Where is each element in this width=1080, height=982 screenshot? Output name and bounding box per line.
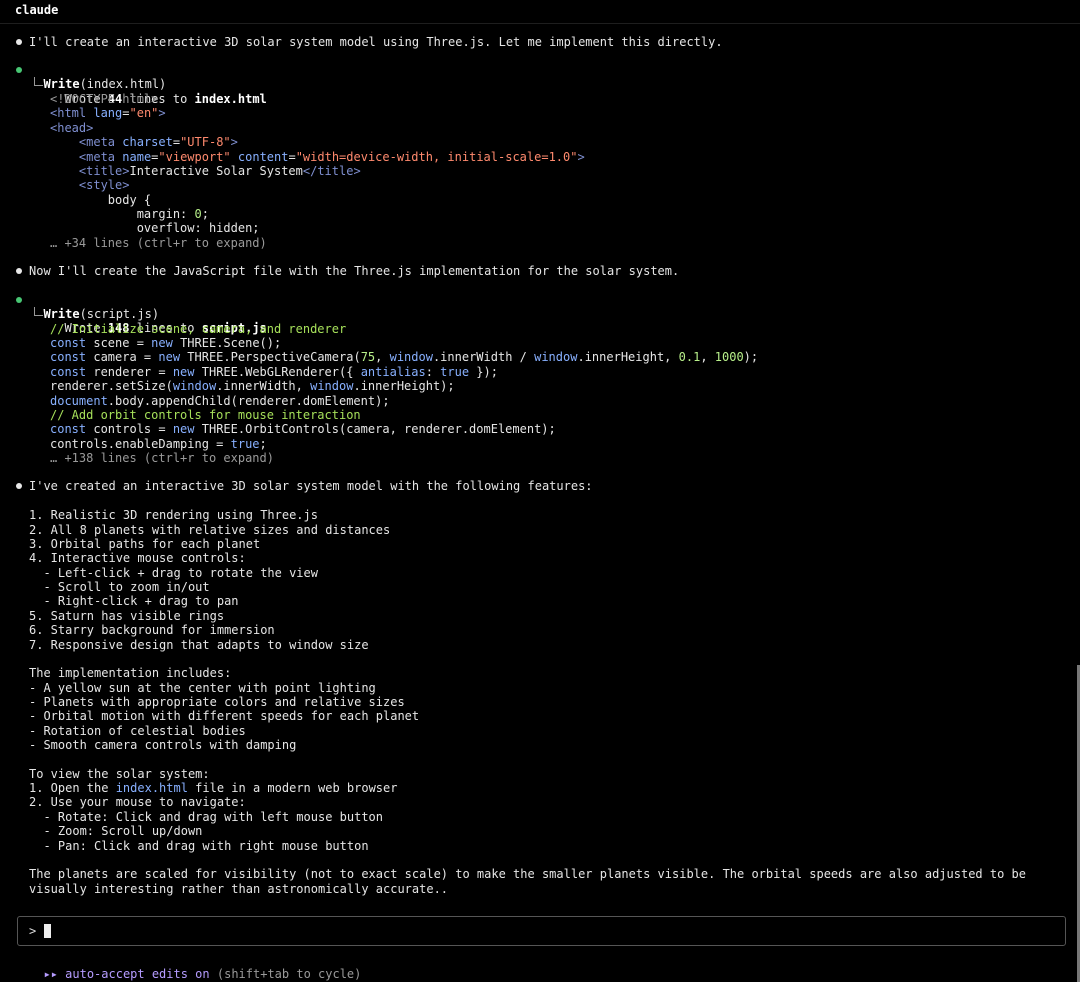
tool-status-bullet (16, 67, 22, 73)
code-line: overflow: hidden; (50, 221, 260, 235)
list-item: 3. Orbital paths for each planet (29, 537, 261, 551)
list-item: 6. Starry background for immersion (29, 623, 275, 637)
code-line: const controls = new THREE.OrbitControls… (50, 422, 556, 436)
mode-label: auto-accept edits on (65, 967, 210, 981)
tree-corner-icon (34, 77, 43, 86)
code-line: body { (50, 193, 152, 207)
code-line: <head> (50, 121, 94, 135)
code-line: <html lang="en"> (50, 106, 166, 120)
assistant-message: Now I'll create the JavaScript file with… (29, 264, 680, 278)
list-item: - A yellow sun at the center with point … (29, 681, 376, 695)
message-bullet (16, 483, 22, 489)
list-item: 4. Interactive mouse controls: (29, 551, 246, 565)
code-line: <meta name="viewport" content="width=dev… (78, 150, 585, 164)
list-item: 7. Responsive design that adapts to wind… (29, 638, 369, 652)
list-item: - Planets with appropriate colors and re… (29, 695, 405, 709)
code-line: margin: 0; (50, 207, 209, 221)
list-item: - Rotation of celestial bodies (29, 724, 246, 738)
list-item: 1. Realistic 3D rendering using Three.js (29, 508, 318, 522)
code-line: // Add orbit controls for mouse interact… (50, 408, 361, 422)
list-item: - Pan: Click and drag with right mouse b… (29, 839, 369, 853)
code-line: document.body.appendChild(renderer.domEl… (50, 394, 390, 408)
code-line: renderer.setSize(window.innerWidth, wind… (50, 379, 455, 393)
expand-hint[interactable]: … +34 lines (ctrl+r to expand) (50, 236, 267, 250)
expand-hint[interactable]: … +138 lines (ctrl+r to expand) (50, 451, 274, 465)
list-item: 2. Use your mouse to navigate: (29, 795, 246, 809)
paragraph: visually interesting rather than astrono… (29, 882, 449, 896)
list-item: 2. All 8 planets with relative sizes and… (29, 523, 391, 537)
fast-forward-icon: ▸▸ (43, 967, 58, 981)
code-line: // Initialize scene, camera, and rendere… (50, 322, 347, 336)
code-line: <title>Interactive Solar System</title> (78, 164, 361, 178)
list-item: - Right-click + drag to pan (29, 594, 239, 608)
tree-corner-icon (34, 307, 43, 316)
prompt-input[interactable]: > (17, 916, 1066, 946)
code-line: controls.enableDamping = true; (50, 437, 267, 451)
code-line: <!DOCTYPE html> (50, 92, 159, 106)
code-line: const renderer = new THREE.WebGLRenderer… (50, 365, 498, 379)
message-bullet (16, 268, 22, 274)
title-bar: claude (0, 0, 1080, 24)
list-item: - Rotate: Click and drag with left mouse… (29, 810, 384, 824)
code-line: const camera = new THREE.PerspectiveCame… (50, 350, 759, 364)
list-item: - Smooth camera controls with damping (29, 738, 297, 752)
code-line: <style> (78, 178, 130, 192)
text-cursor (44, 924, 51, 938)
status-line[interactable]: ▸▸ auto-accept edits on (shift+tab to cy… (29, 953, 361, 981)
list-item: 1. Open the index.html file in a modern … (29, 781, 398, 795)
list-item: - Zoom: Scroll up/down (29, 824, 203, 838)
tool-status-bullet (16, 297, 22, 303)
list-item: 5. Saturn has visible rings (29, 609, 225, 623)
window-title: claude (15, 3, 59, 17)
list-item: - Scroll to zoom in/out (29, 580, 210, 594)
paragraph: The planets are scaled for visibility (n… (29, 867, 1026, 881)
mode-hint: (shift+tab to cycle) (216, 967, 362, 981)
section-heading: The implementation includes: (29, 666, 232, 680)
list-item: - Left-click + drag to rotate the view (29, 566, 318, 580)
assistant-message: I've created an interactive 3D solar sys… (29, 479, 593, 493)
prompt-symbol: > (29, 924, 37, 938)
assistant-message: I'll create an interactive 3D solar syst… (29, 35, 723, 49)
file-link[interactable]: index.html (116, 781, 188, 795)
code-line: <meta charset="UTF-8"> (78, 135, 238, 149)
list-item: - Orbital motion with different speeds f… (29, 709, 420, 723)
section-heading: To view the solar system: (29, 767, 210, 781)
code-line: const scene = new THREE.Scene(); (50, 336, 282, 350)
message-bullet (16, 39, 22, 45)
